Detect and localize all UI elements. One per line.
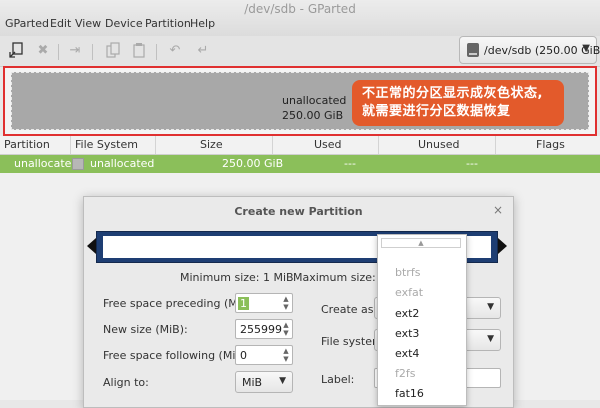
menu-view[interactable]: View xyxy=(75,17,101,30)
free-space-preceding-input[interactable]: 1 ▲ ▼ xyxy=(235,293,293,313)
free-space-following-label: Free space following (MiB): xyxy=(103,349,251,362)
copy-icon[interactable] xyxy=(104,42,122,60)
spin-arrows-icon[interactable]: ▲ ▼ xyxy=(281,295,291,311)
disk-icon xyxy=(467,43,479,57)
new-size-value: 255999 xyxy=(240,323,282,336)
resize-handle-right-icon[interactable] xyxy=(498,238,507,254)
partition-label-label: Label: xyxy=(321,373,355,386)
column-divider xyxy=(378,136,379,154)
new-partition-icon[interactable] xyxy=(8,42,26,60)
graph-label-size: 250.00 GiB xyxy=(282,109,344,122)
align-to-value: MiB xyxy=(242,376,263,389)
chevron-down-icon: ▼ xyxy=(279,376,286,386)
cell-filesystem: unallocated xyxy=(90,157,155,170)
menu-edit[interactable]: Edit xyxy=(50,17,71,30)
column-divider xyxy=(272,136,273,154)
file-system-dropdown: ▲ btrfs exfat ext2 ext3 ext4 f2fs fat16 xyxy=(377,234,467,406)
column-header-size[interactable]: Size xyxy=(200,138,223,151)
menu-partition[interactable]: Partition xyxy=(145,17,191,30)
resize-handle-left-icon[interactable] xyxy=(87,238,96,254)
minimum-size-label: Minimum size: 1 MiB xyxy=(180,271,294,284)
new-size-input[interactable]: 255999 ▲ ▼ xyxy=(235,319,293,339)
free-space-preceding-value: 1 xyxy=(238,297,249,310)
window-title: /dev/sdb - GParted xyxy=(244,2,356,16)
cell-used: --- xyxy=(344,157,356,170)
apply-icon[interactable]: ↵ xyxy=(194,42,212,60)
menu-gparted[interactable]: GParted xyxy=(5,17,49,30)
column-divider xyxy=(155,136,156,154)
cell-size: 250.00 GiB xyxy=(222,157,284,170)
toolbar-separator xyxy=(58,44,59,60)
menu-bar: /dev/sdb - GParted GParted Edit View Dev… xyxy=(0,0,600,37)
menu-help[interactable]: Help xyxy=(190,17,215,30)
annotation-line-2: 就需要进行分区数据恢复 xyxy=(362,104,511,119)
resize-move-icon[interactable]: ⇥ xyxy=(66,42,84,60)
close-icon[interactable]: × xyxy=(493,203,503,217)
cell-unused: --- xyxy=(466,157,478,170)
dropdown-item-ext4[interactable]: ext4 xyxy=(395,347,419,360)
column-divider xyxy=(495,136,496,154)
paste-icon[interactable] xyxy=(130,42,148,60)
column-header-unused[interactable]: Unused xyxy=(418,138,459,151)
dialog-title: Create new Partition xyxy=(234,205,363,218)
dropdown-item-btrfs[interactable]: btrfs xyxy=(395,266,420,279)
free-space-preceding-label: Free space preceding (MiB): xyxy=(103,297,257,310)
menu-device[interactable]: Device xyxy=(105,17,143,30)
column-header-partition[interactable]: Partition xyxy=(4,138,50,151)
dropdown-item-fat16[interactable]: fat16 xyxy=(395,387,424,400)
free-space-following-value: 0 xyxy=(240,349,247,362)
align-to-select[interactable]: MiB ▼ xyxy=(235,371,293,393)
graph-label: unallocated 250.00 GiB xyxy=(282,93,346,123)
undo-icon[interactable]: ↶ xyxy=(166,42,184,60)
dropdown-item-exfat[interactable]: exfat xyxy=(395,286,423,299)
toolbar-separator xyxy=(92,44,93,60)
spin-arrows-icon[interactable]: ▲ ▼ xyxy=(281,347,291,363)
device-selector[interactable]: /dev/sdb (250.00 GiB) ▼ xyxy=(459,36,600,64)
scroll-up-arrow-icon[interactable]: ▲ xyxy=(381,238,461,248)
table-header: Partition File System Size Used Unused F… xyxy=(0,136,600,155)
filesystem-color-swatch xyxy=(72,158,84,170)
column-header-used[interactable]: Used xyxy=(314,138,342,151)
chevron-down-icon: ▼ xyxy=(487,302,494,312)
column-header-filesystem[interactable]: File System xyxy=(75,138,138,151)
chevron-down-icon: ▼ xyxy=(582,43,590,54)
dropdown-item-ext3[interactable]: ext3 xyxy=(395,327,419,340)
new-size-label: New size (MiB): xyxy=(103,323,188,336)
align-to-label: Align to: xyxy=(103,376,149,389)
column-divider xyxy=(70,136,71,154)
annotation-callout: 不正常的分区显示成灰色状态, 就需要进行分区数据恢复 xyxy=(352,80,564,126)
cell-partition: unallocated xyxy=(14,157,79,170)
dropdown-item-ext2[interactable]: ext2 xyxy=(395,307,419,320)
chevron-down-icon: ▼ xyxy=(487,334,494,344)
delete-icon[interactable]: ✖ xyxy=(34,42,52,60)
column-header-flags[interactable]: Flags xyxy=(536,138,565,151)
free-space-following-input[interactable]: 0 ▲ ▼ xyxy=(235,345,293,365)
spin-arrows-icon[interactable]: ▲ ▼ xyxy=(281,321,291,337)
table-row[interactable]: unallocated unallocated 250.00 GiB --- -… xyxy=(0,155,600,173)
annotation-line-1: 不正常的分区显示成灰色状态, xyxy=(362,86,543,101)
graph-label-name: unallocated xyxy=(282,94,347,107)
create-as-label: Create as: xyxy=(321,303,378,316)
dropdown-item-f2fs[interactable]: f2fs xyxy=(395,367,415,380)
toolbar-separator xyxy=(156,44,157,60)
